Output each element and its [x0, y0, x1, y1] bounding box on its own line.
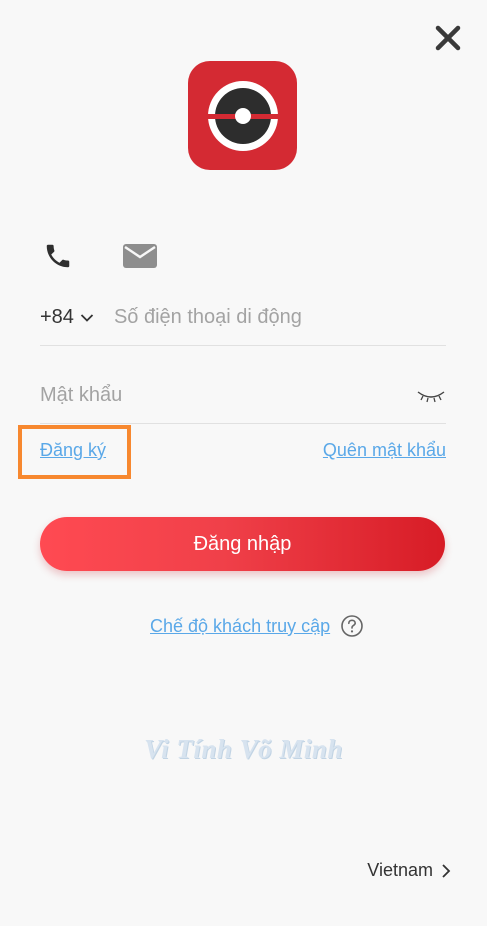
watermark: Vi Tính Võ Minh	[144, 734, 343, 764]
close-icon	[435, 25, 461, 51]
chevron-down-icon	[80, 313, 94, 322]
login-button[interactable]: Đăng nhập	[40, 517, 445, 571]
app-logo	[188, 61, 297, 170]
phone-icon	[46, 244, 70, 268]
password-input[interactable]	[40, 384, 416, 407]
tab-phone-login[interactable]	[40, 238, 76, 274]
close-button[interactable]	[432, 22, 464, 54]
help-icon[interactable]	[340, 614, 364, 638]
email-icon	[123, 244, 157, 268]
guest-mode-link[interactable]: Chế độ khách truy cập	[150, 616, 330, 637]
country-code-selector[interactable]: +84	[40, 306, 94, 329]
region-label: Vietnam	[367, 860, 433, 880]
app-logo-icon	[202, 80, 283, 151]
login-method-tabs	[40, 238, 158, 274]
chevron-right-icon	[442, 863, 451, 878]
tab-email-login[interactable]	[122, 238, 158, 274]
password-visibility-toggle[interactable]	[416, 386, 446, 406]
phone-input[interactable]	[113, 306, 446, 329]
forgot-password-link[interactable]: Quên mật khẩu	[323, 440, 446, 461]
guest-mode-row: Chế độ khách truy cập	[150, 614, 364, 638]
register-link[interactable]: Đăng ký	[40, 440, 106, 461]
country-code-value: +84	[40, 306, 74, 328]
region-selector[interactable]: Vietnam	[367, 860, 451, 881]
password-row	[40, 368, 446, 424]
phone-number-row: +84	[40, 290, 446, 346]
eye-closed-icon	[417, 390, 445, 402]
